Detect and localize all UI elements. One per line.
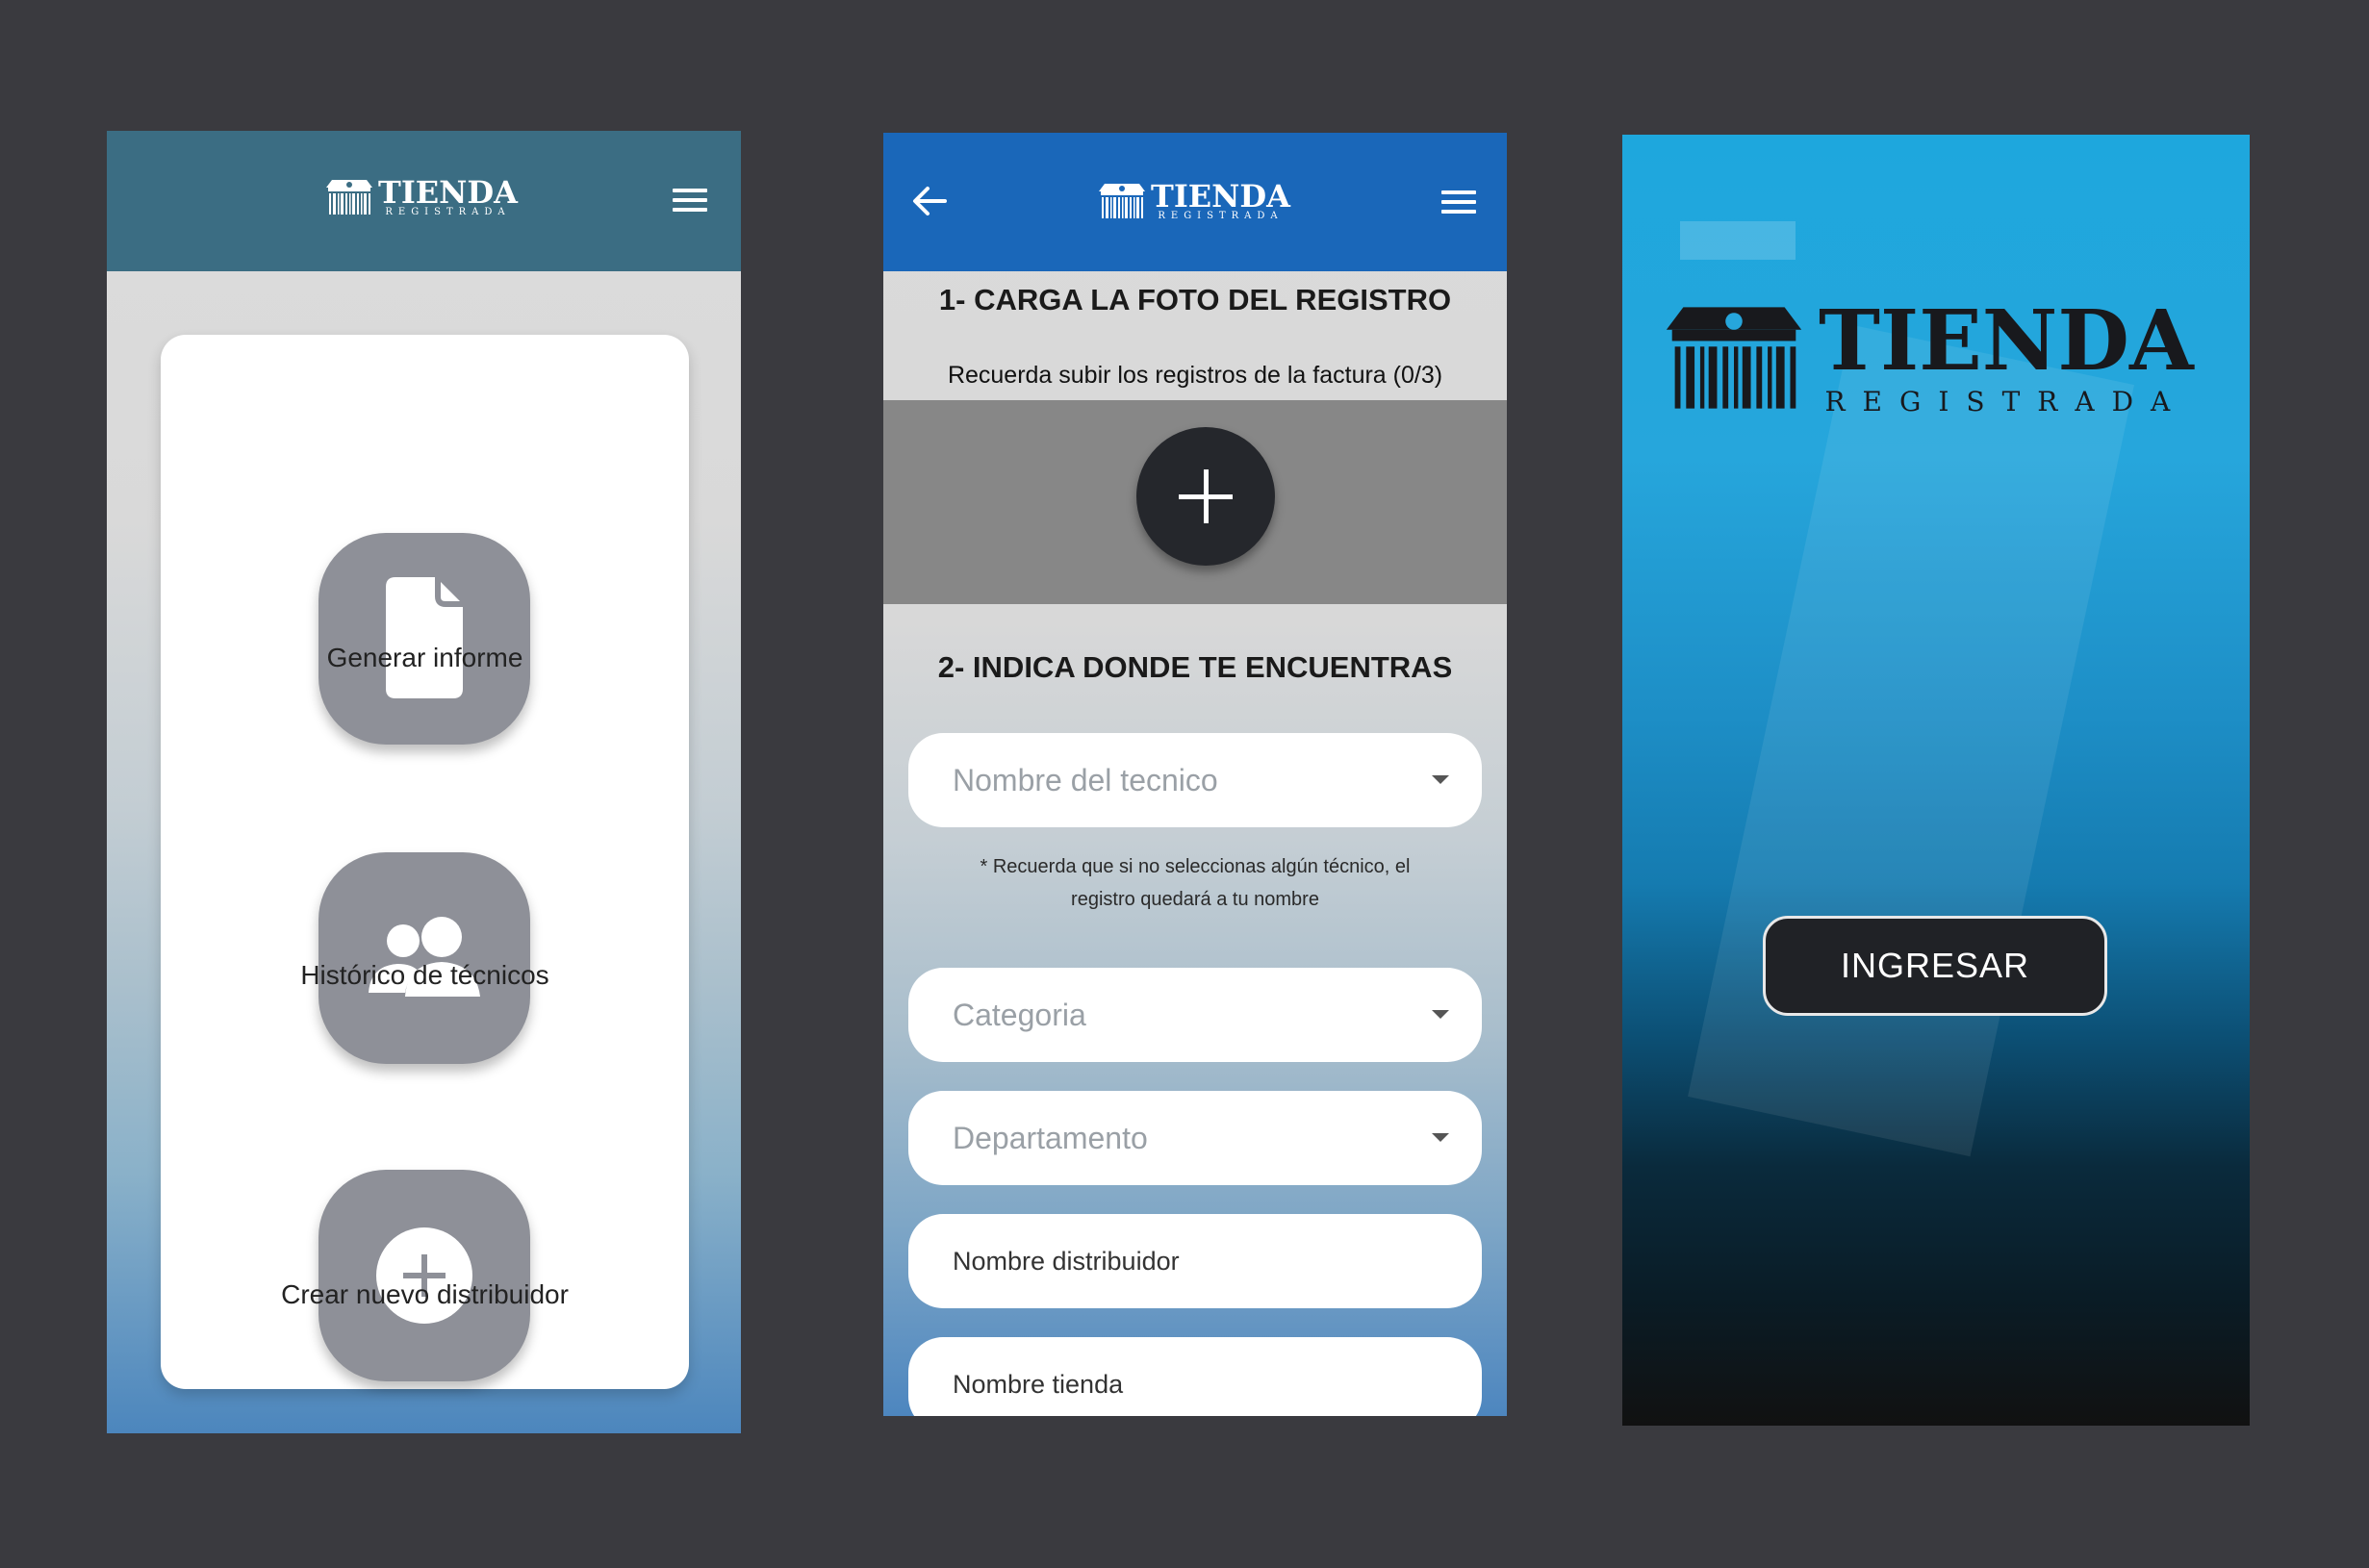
brand-logo: TIENDA REGISTRADA [1661, 300, 2194, 416]
document-icon [386, 577, 463, 698]
app-header: TIENDA REGISTRADA [883, 133, 1507, 271]
plus-icon [1179, 469, 1233, 523]
create-distributor-button[interactable] [318, 1170, 530, 1381]
brand-logo: TIENDA REGISTRADA [324, 177, 518, 217]
storefront-barcode-icon [326, 180, 372, 215]
technician-note-line2: registro quedará a tu nombre [1071, 889, 1319, 910]
step2-title: 2- INDICA DONDE TE ENCUENTRAS [937, 650, 1453, 684]
category-select[interactable]: Categoria [908, 968, 1482, 1062]
hamburger-menu-icon[interactable] [673, 189, 707, 214]
step1-hint: Recuerda subir los registros de la factu… [947, 362, 1443, 389]
add-photo-button[interactable] [1136, 427, 1275, 566]
brand-sub: REGISTRADA [385, 207, 511, 217]
brand-word: TIENDA [378, 174, 518, 211]
step1-title: 1- CARGA LA FOTO DEL REGISTRO [938, 283, 1452, 316]
distributor-name-label: Nombre distribuidor [953, 1247, 1180, 1276]
generate-report-text: Generar informe [326, 643, 523, 672]
brand-sub: REGISTRADA [1158, 211, 1284, 221]
hamburger-menu-icon[interactable] [1441, 190, 1476, 215]
distributor-name-field[interactable]: Nombre distribuidor [908, 1214, 1482, 1308]
users-icon [369, 917, 480, 997]
technician-placeholder: Nombre del tecnico [953, 763, 1218, 797]
home-screen: TIENDA REGISTRADA Generar informe Histór… [107, 131, 741, 1433]
storefront-barcode-icon [1666, 307, 1802, 409]
technician-select[interactable]: Nombre del tecnico [908, 733, 1482, 827]
technician-history-button[interactable] [318, 852, 530, 1064]
technician-history-text: Histórico de técnicos [300, 960, 549, 990]
options-card: Generar informe [161, 335, 689, 1389]
create-distributor-text: Crear nuevo distribuidor [281, 1279, 569, 1309]
back-arrow-icon[interactable] [912, 185, 947, 217]
brand-word: TIENDA [1151, 178, 1290, 215]
category-placeholder: Categoria [953, 998, 1086, 1032]
plus-circle-icon [376, 1227, 472, 1324]
department-select[interactable]: Departamento [908, 1091, 1482, 1185]
generate-report-button[interactable] [318, 533, 530, 745]
background-photo [1688, 324, 2134, 1157]
store-name-label: Nombre tienda [953, 1370, 1124, 1399]
register-form-screen: TIENDA REGISTRADA 1- CARGA LA FOTO DEL R… [883, 133, 1507, 1416]
background-photo-highlight [1680, 221, 1796, 260]
app-header: TIENDA REGISTRADA [107, 131, 741, 271]
brand-logo: TIENDA REGISTRADA [1097, 181, 1290, 221]
brand-word: TIENDA [1819, 292, 2194, 390]
chevron-down-icon [1432, 1010, 1449, 1019]
brand-sub: REGISTRADA [1824, 386, 2188, 417]
chevron-down-icon [1432, 1133, 1449, 1142]
login-screen: TIENDA REGISTRADA INGRESAR [1622, 135, 2250, 1426]
technician-note-line1: * Recuerda que si no seleccionas algún t… [980, 856, 1411, 877]
chevron-down-icon [1432, 775, 1449, 784]
department-placeholder: Departamento [953, 1121, 1148, 1155]
store-name-field[interactable]: Nombre tienda [908, 1337, 1482, 1416]
storefront-barcode-icon [1099, 184, 1145, 218]
login-button[interactable]: INGRESAR [1763, 916, 2107, 1016]
